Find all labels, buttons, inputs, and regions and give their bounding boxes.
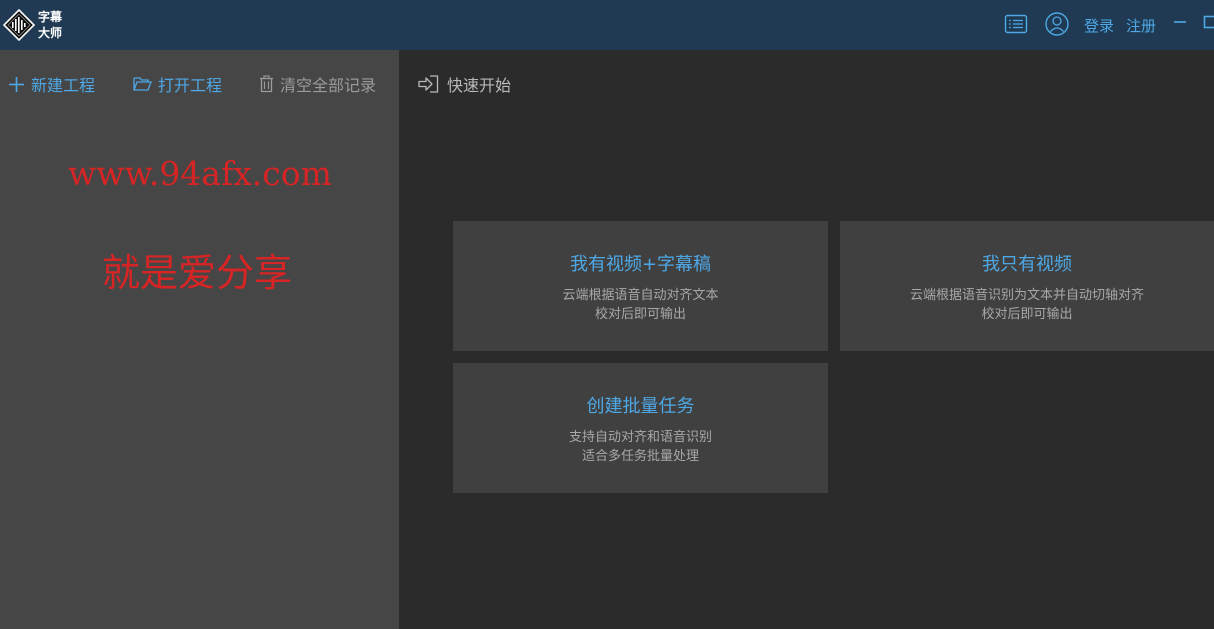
card-desc-line-2: 适合多任务批量处理 bbox=[581, 449, 699, 464]
quick-start-label: 快速开始 bbox=[447, 76, 512, 95]
card-desc-line-1: 支持自动对齐和语音识别 bbox=[568, 430, 712, 445]
card-desc-line-1: 云端根据语音自动对齐文本 bbox=[562, 288, 719, 303]
card-title: 我有视频+字幕稿 bbox=[569, 254, 712, 275]
clear-records-label: 清空全部记录 bbox=[280, 76, 377, 95]
logo-line-2: 大师 bbox=[38, 26, 63, 40]
card-batch-task[interactable]: 创建批量任务 支持自动对齐和语音识别 适合多任务批量处理 bbox=[453, 363, 828, 493]
card-description: 云端根据语音自动对齐文本 校对后即可输出 bbox=[453, 286, 828, 324]
card-desc-line-2: 校对后即可输出 bbox=[594, 307, 686, 322]
card-video-only[interactable]: 我只有视频 云端根据语音识别为文本并自动切轴对齐 校对后即可输出 bbox=[840, 221, 1214, 351]
open-project-label: 打开工程 bbox=[158, 76, 223, 95]
card-video-with-subtitle[interactable]: 我有视频+字幕稿 云端根据语音自动对齐文本 校对后即可输出 bbox=[453, 221, 828, 351]
register-link[interactable]: 注册 bbox=[1126, 15, 1156, 36]
login-arrow-icon bbox=[418, 75, 439, 93]
card-desc-line-1: 云端根据语音识别为文本并自动切轴对齐 bbox=[909, 288, 1144, 303]
watermark-slogan: 就是爱分享 bbox=[102, 251, 293, 295]
watermark-url: www.94afx.com bbox=[68, 154, 332, 193]
card-description: 云端根据语音识别为文本并自动切轴对齐 校对后即可输出 bbox=[840, 286, 1214, 324]
card-desc-line-2: 校对后即可输出 bbox=[981, 307, 1073, 322]
user-avatar-icon[interactable] bbox=[1044, 11, 1070, 37]
project-sidebar: 新建工程 打开工程 清空全部记录 www.94afx.com 就是爱分享 bbox=[0, 50, 399, 629]
list-menu-icon[interactable] bbox=[1003, 11, 1029, 37]
folder-open-icon bbox=[133, 77, 152, 91]
title-bar: 字幕 大师 登录 注册 bbox=[0, 0, 1214, 50]
quick-start-header: 快速开始 bbox=[418, 72, 511, 96]
app-logo-text: 字幕 大师 bbox=[38, 9, 62, 41]
card-description: 支持自动对齐和语音识别 适合多任务批量处理 bbox=[453, 428, 828, 466]
maximize-icon[interactable] bbox=[1203, 12, 1214, 32]
plus-icon bbox=[9, 76, 24, 92]
app-logo-icon bbox=[3, 9, 35, 41]
card-title: 我只有视频 bbox=[982, 254, 1072, 275]
new-project-button[interactable]: 新建工程 bbox=[8, 72, 95, 96]
login-link[interactable]: 登录 bbox=[1084, 15, 1114, 36]
minimize-icon[interactable] bbox=[1172, 12, 1188, 32]
trash-icon bbox=[260, 75, 273, 93]
open-project-button[interactable]: 打开工程 bbox=[133, 72, 222, 96]
clear-records-button[interactable]: 清空全部记录 bbox=[259, 72, 376, 96]
new-project-label: 新建工程 bbox=[31, 76, 96, 95]
card-title: 创建批量任务 bbox=[586, 396, 695, 417]
logo-line-1: 字幕 bbox=[38, 10, 63, 24]
